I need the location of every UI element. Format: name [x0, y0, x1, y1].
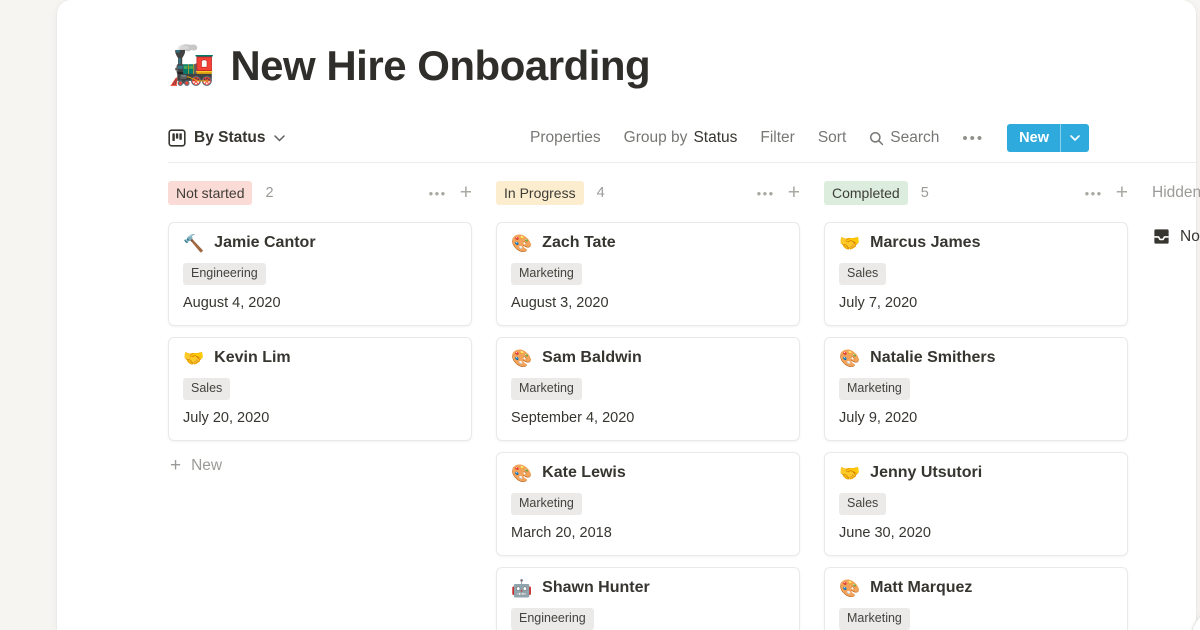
- card-kate-lewis[interactable]: 🎨 Kate Lewis Marketing March 20, 2018: [496, 452, 800, 556]
- group-by-value: Status: [693, 129, 737, 147]
- new-button[interactable]: New: [1007, 124, 1089, 152]
- card-date: June 30, 2020: [839, 525, 1113, 541]
- column-header: In Progress 4 ••• +: [496, 181, 800, 205]
- board-column-in-progress: In Progress 4 ••• + 🎨 Zach Tate Marketin…: [496, 181, 800, 630]
- database-toolbar: By Status Properties Group by Status Fil…: [168, 122, 1089, 154]
- board-view-icon: [168, 129, 186, 147]
- column-more-icon[interactable]: •••: [1085, 186, 1103, 201]
- locomotive-icon: 🚂: [168, 47, 215, 85]
- palette-icon: 🎨: [511, 465, 532, 482]
- department-tag: Sales: [183, 378, 230, 400]
- palette-icon: 🎨: [511, 235, 532, 252]
- search-button[interactable]: Search: [869, 129, 939, 147]
- view-switcher[interactable]: By Status: [168, 129, 285, 147]
- new-button-chevron-icon[interactable]: [1061, 124, 1089, 152]
- palette-icon: 🎨: [839, 350, 860, 367]
- card-date: September 4, 2020: [511, 410, 785, 426]
- new-button-label: New: [1007, 124, 1060, 152]
- filter-button[interactable]: Filter: [760, 129, 794, 147]
- palette-icon: 🎨: [511, 350, 532, 367]
- board-column-completed: Completed 5 ••• + 🤝 Marcus James Sales J…: [824, 181, 1128, 630]
- card-date: July 7, 2020: [839, 295, 1113, 311]
- toolbar-divider: [168, 162, 1196, 163]
- more-options-icon[interactable]: •••: [962, 130, 984, 147]
- page-title: New Hire Onboarding: [230, 42, 650, 90]
- card-zach-tate[interactable]: 🎨 Zach Tate Marketing August 3, 2020: [496, 222, 800, 326]
- column-add-icon[interactable]: +: [788, 183, 800, 203]
- hidden-group-label: No Status: [1180, 228, 1200, 246]
- column-count: 5: [921, 185, 929, 201]
- card-sam-baldwin[interactable]: 🎨 Sam Baldwin Marketing September 4, 202…: [496, 337, 800, 441]
- card-marcus-james[interactable]: 🤝 Marcus James Sales July 7, 2020: [824, 222, 1128, 326]
- properties-button[interactable]: Properties: [530, 129, 601, 147]
- column-header: Completed 5 ••• +: [824, 181, 1128, 205]
- department-tag: Marketing: [511, 263, 582, 285]
- department-tag: Marketing: [511, 493, 582, 515]
- status-badge[interactable]: In Progress: [496, 181, 584, 205]
- column-header: Not started 2 ••• +: [168, 181, 472, 205]
- column-add-icon[interactable]: +: [1116, 183, 1128, 203]
- card-date: March 20, 2018: [511, 525, 785, 541]
- board-column-not-started: Not started 2 ••• + 🔨 Jamie Cantor Engin…: [168, 181, 472, 630]
- add-card-button[interactable]: + New: [168, 452, 472, 479]
- hidden-columns-section: Hidden columns No Status: [1152, 181, 1200, 630]
- card-name: Shawn Hunter: [542, 579, 650, 597]
- card-name: Jamie Cantor: [214, 234, 315, 252]
- status-badge[interactable]: Completed: [824, 181, 908, 205]
- hidden-group-no-status[interactable]: No Status: [1152, 227, 1200, 246]
- column-more-icon[interactable]: •••: [757, 186, 775, 201]
- card-name: Zach Tate: [542, 234, 616, 252]
- department-tag: Marketing: [511, 378, 582, 400]
- card-date: July 9, 2020: [839, 410, 1113, 426]
- search-icon: [869, 131, 884, 146]
- column-more-icon[interactable]: •••: [429, 186, 447, 201]
- column-add-icon[interactable]: +: [460, 183, 472, 203]
- card-name: Kevin Lim: [214, 349, 290, 367]
- card-shawn-hunter[interactable]: 🤖 Shawn Hunter Engineering: [496, 567, 800, 630]
- toolbar-actions: Properties Group by Status Filter Sort S…: [530, 124, 1089, 152]
- handshake-icon: 🤝: [839, 235, 860, 252]
- department-tag: Sales: [839, 263, 886, 285]
- add-card-label: New: [191, 457, 222, 475]
- card-name: Matt Marquez: [870, 579, 972, 597]
- column-count: 4: [597, 185, 605, 201]
- card-name: Jenny Utsutori: [870, 464, 982, 482]
- status-badge[interactable]: Not started: [168, 181, 252, 205]
- plus-icon: +: [170, 456, 181, 475]
- handshake-icon: 🤝: [839, 465, 860, 482]
- search-label: Search: [890, 129, 939, 147]
- card-date: August 3, 2020: [511, 295, 785, 311]
- card-natalie-smithers[interactable]: 🎨 Natalie Smithers Marketing July 9, 202…: [824, 337, 1128, 441]
- department-tag: Marketing: [839, 378, 910, 400]
- hidden-columns-toggle[interactable]: Hidden columns: [1152, 181, 1200, 205]
- inbox-tray-icon: [1152, 227, 1171, 246]
- page-canvas: 🚂 New Hire Onboarding By Status Properti…: [57, 0, 1196, 630]
- card-name: Kate Lewis: [542, 464, 626, 482]
- card-date: July 20, 2020: [183, 410, 457, 426]
- handshake-icon: 🤝: [183, 350, 204, 367]
- hammer-icon: 🔨: [183, 235, 204, 252]
- card-kevin-lim[interactable]: 🤝 Kevin Lim Sales July 20, 2020: [168, 337, 472, 441]
- card-name: Sam Baldwin: [542, 349, 642, 367]
- group-by-button[interactable]: Group by Status: [624, 129, 738, 147]
- sort-button[interactable]: Sort: [818, 129, 846, 147]
- card-name: Natalie Smithers: [870, 349, 995, 367]
- kanban-board: Not started 2 ••• + 🔨 Jamie Cantor Engin…: [168, 181, 1200, 630]
- card-matt-marquez[interactable]: 🎨 Matt Marquez Marketing: [824, 567, 1128, 630]
- card-jenny-utsutori[interactable]: 🤝 Jenny Utsutori Sales June 30, 2020: [824, 452, 1128, 556]
- department-tag: Sales: [839, 493, 886, 515]
- department-tag: Engineering: [511, 608, 594, 630]
- chevron-down-icon: [274, 135, 285, 142]
- robot-icon: 🤖: [511, 580, 532, 597]
- card-name: Marcus James: [870, 234, 980, 252]
- palette-icon: 🎨: [839, 580, 860, 597]
- view-name: By Status: [194, 129, 266, 147]
- group-by-label: Group by: [624, 129, 688, 147]
- page-title-row: 🚂 New Hire Onboarding: [168, 42, 650, 90]
- card-jamie-cantor[interactable]: 🔨 Jamie Cantor Engineering August 4, 202…: [168, 222, 472, 326]
- card-date: August 4, 2020: [183, 295, 457, 311]
- department-tag: Marketing: [839, 608, 910, 630]
- department-tag: Engineering: [183, 263, 266, 285]
- column-count: 2: [265, 185, 273, 201]
